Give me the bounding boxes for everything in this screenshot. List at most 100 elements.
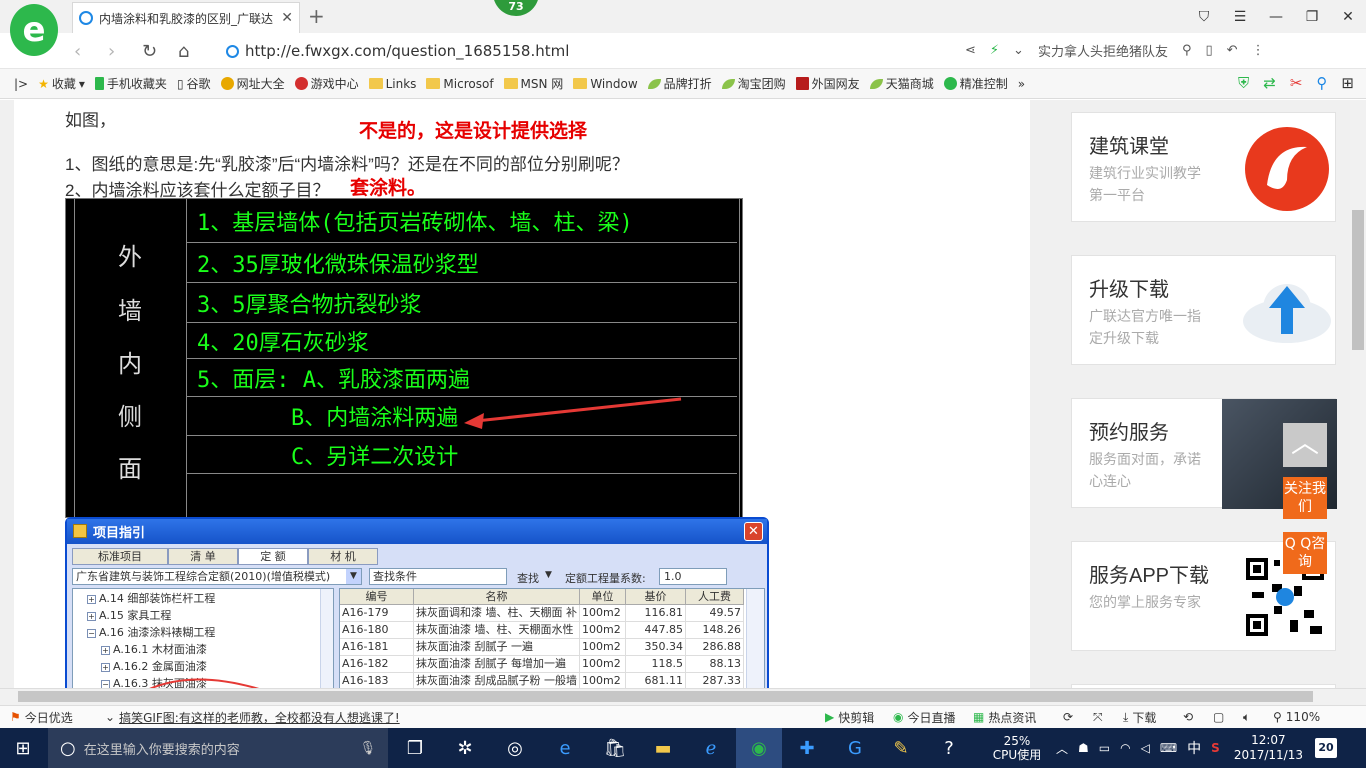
360-browser-taskbar-icon[interactable]: ◉ xyxy=(736,728,782,768)
tray-up-icon[interactable]: ︿ xyxy=(1056,740,1068,757)
tree-item[interactable]: + A.14 细部装饰栏杆工程 xyxy=(87,590,215,606)
search-condition-input[interactable]: 查找条件 xyxy=(369,568,507,585)
forward-icon[interactable]: › xyxy=(108,41,115,62)
ime-indicator[interactable]: 中 xyxy=(1187,738,1201,758)
bookmark-item[interactable]: 淘宝团购 xyxy=(721,75,786,92)
column-header[interactable]: 人工费 xyxy=(686,589,744,605)
tree-scrollbar[interactable] xyxy=(320,589,333,688)
battery-icon[interactable]: ▭ xyxy=(1099,741,1110,755)
new-tab-button[interactable]: + xyxy=(308,4,325,28)
pinwheel-app-icon[interactable]: ✲ xyxy=(442,728,488,768)
browser-logo[interactable]: e xyxy=(10,4,58,56)
shield-icon[interactable]: ⛨ xyxy=(1238,74,1249,92)
bookmark-item[interactable]: 精准控制 xyxy=(943,75,1008,92)
sidebar-toggle-icon[interactable]: |> xyxy=(14,77,28,91)
tree-item[interactable]: + A.16.1 木材面油漆 xyxy=(101,641,207,657)
zoom-control[interactable]: ⚲ 110% xyxy=(1273,710,1320,724)
column-header[interactable]: 编号 xyxy=(340,589,414,605)
bookmark-item[interactable]: Microsof xyxy=(426,77,494,91)
notification-badge[interactable]: 73 xyxy=(493,0,539,16)
sogou-icon[interactable]: S xyxy=(1211,741,1220,755)
refresh-icon[interactable]: ↻ xyxy=(142,41,157,62)
bookmark-item[interactable]: ★ 收藏 ▾ xyxy=(38,75,85,92)
close-tab-icon[interactable]: ✕ xyxy=(281,10,293,26)
more-icon[interactable]: ⋮ xyxy=(1252,43,1265,58)
history-icon[interactable]: ⟲ xyxy=(1183,710,1213,724)
status-item[interactable]: ▶ 快剪辑 xyxy=(825,709,893,726)
bookmark-item[interactable]: 品牌打折 xyxy=(647,75,712,92)
bookmark-item[interactable]: MSN 网 xyxy=(503,75,563,92)
restore-icon[interactable]: ❐ xyxy=(1294,0,1330,33)
follow-us-button[interactable]: 关注我们 xyxy=(1283,477,1327,519)
bookmark-item[interactable]: 网址大全 xyxy=(220,75,285,92)
back-to-top-button[interactable]: ︿ xyxy=(1283,423,1327,467)
news-ticker[interactable]: ⌄ 搞笑GIF图:有这样的老师教，全校都没有人想逃课了! xyxy=(105,709,825,726)
volume-icon[interactable]: ◁ xyxy=(1141,741,1150,755)
url-text[interactable]: http://e.fwxgx.com/question_1685158.html xyxy=(245,42,569,60)
resize-icon[interactable]: ⤧ xyxy=(1093,710,1123,725)
qq-consult-button[interactable]: Q Q咨询 xyxy=(1283,532,1327,574)
back-icon[interactable]: ‹ xyxy=(74,41,81,62)
horizontal-scrollbar-thumb[interactable] xyxy=(18,691,1313,702)
quota-standard-select[interactable]: 广东省建筑与装饰工程综合定额(2010)(增值税模式) ▼ xyxy=(72,568,362,585)
share-icon[interactable]: ⋖ xyxy=(965,43,976,58)
translate-icon[interactable]: ⇄ xyxy=(1263,74,1276,92)
scissors-icon[interactable]: ✂ xyxy=(1290,74,1303,92)
wifi-icon[interactable]: ◠ xyxy=(1120,741,1130,755)
table-scrollbar[interactable] xyxy=(746,589,764,688)
browser-tab[interactable]: 内墙涂料和乳胶漆的区别_广联达 ✕ xyxy=(72,2,300,33)
mobile-icon[interactable]: ▯ xyxy=(1206,43,1213,58)
bookmark-item[interactable]: 外国网友 xyxy=(795,75,860,92)
glodon-app-icon[interactable]: G xyxy=(832,728,878,768)
keyboard-icon[interactable]: ⌨ xyxy=(1160,741,1177,755)
card-building-class[interactable]: 建筑课堂 建筑行业实训教学第一平台 xyxy=(1071,112,1336,222)
column-header[interactable]: 基价 xyxy=(626,589,686,605)
tab-standard-items[interactable]: 标准项目 xyxy=(72,548,168,565)
card-upgrade-download[interactable]: 升级下载 广联达官方唯一指定升级下载 xyxy=(1071,255,1336,365)
add-app-icon[interactable]: ✚ xyxy=(784,728,830,768)
help-app-icon[interactable]: ? xyxy=(926,728,972,768)
bookmark-item[interactable]: ▯ 谷歌 xyxy=(177,75,211,92)
grid-icon[interactable]: ⊞ xyxy=(1341,74,1354,92)
search-icon[interactable]: ⚲ xyxy=(1182,43,1192,58)
internet-explorer-icon[interactable]: ℯ xyxy=(688,728,734,768)
status-item[interactable]: ▦ 热点资讯 xyxy=(973,709,1063,726)
lightning-icon[interactable]: ⚡ xyxy=(990,43,999,58)
notification-center-icon[interactable]: 20 xyxy=(1315,738,1337,758)
search-suggestion[interactable]: 实力拿人头拒绝猪队友 xyxy=(1038,41,1168,60)
people-icon[interactable]: ☗ xyxy=(1078,741,1089,755)
scrollbar-thumb[interactable] xyxy=(1352,210,1364,350)
status-item[interactable]: ◉ 今日直播 xyxy=(893,709,973,726)
tree-item[interactable]: + A.15 家具工程 xyxy=(87,607,171,623)
task-view-icon[interactable]: ❐ xyxy=(392,728,438,768)
more-bookmarks-icon[interactable]: » xyxy=(1018,77,1025,91)
chevron-down-icon[interactable]: ▼ xyxy=(346,569,361,584)
sound-icon[interactable]: 🔈︎ xyxy=(1243,710,1273,725)
search-icon[interactable]: ⚲ xyxy=(1316,74,1327,92)
find-button[interactable]: 查找 xyxy=(517,570,539,586)
taskbar-search-box[interactable]: ○ 在这里输入你要搜索的内容 🎙︎ xyxy=(48,728,388,768)
undo-icon[interactable]: ↶ xyxy=(1227,43,1238,58)
bookmark-item[interactable]: Links xyxy=(368,77,416,91)
tab-quota[interactable]: 定 额 xyxy=(238,548,308,565)
browser-app-icon[interactable]: ◎ xyxy=(492,728,538,768)
menu-icon[interactable]: ☰ xyxy=(1222,0,1258,33)
bookmark-item[interactable]: 天猫商城 xyxy=(869,75,934,92)
today-picks[interactable]: ⚑ 今日优选 xyxy=(10,709,105,726)
microphone-icon[interactable]: 🎙︎ xyxy=(359,741,376,756)
chevron-down-icon[interactable]: ▼ xyxy=(545,570,552,580)
bookmark-item[interactable]: 手机收藏夹 xyxy=(94,75,167,92)
tree-item[interactable]: − A.16 油漆涂料裱糊工程 xyxy=(87,624,215,640)
windows-start-icon[interactable]: ⊞ xyxy=(0,728,46,768)
close-window-icon[interactable]: ✕ xyxy=(1330,0,1366,33)
edge-icon[interactable]: e xyxy=(542,728,588,768)
notes-app-icon[interactable]: ✎ xyxy=(878,728,924,768)
tab-materials[interactable]: 材 机 xyxy=(308,548,378,565)
tab-bill[interactable]: 清 单 xyxy=(168,548,238,565)
vertical-scrollbar[interactable] xyxy=(1350,100,1366,688)
dialog-close-button[interactable]: ✕ xyxy=(744,522,763,541)
store-icon[interactable]: 🛍︎ xyxy=(592,728,638,768)
column-header[interactable]: 单位 xyxy=(580,589,626,605)
cpu-usage[interactable]: 25% CPU使用 xyxy=(992,734,1042,762)
speed-icon[interactable]: ⟳ xyxy=(1063,710,1093,724)
